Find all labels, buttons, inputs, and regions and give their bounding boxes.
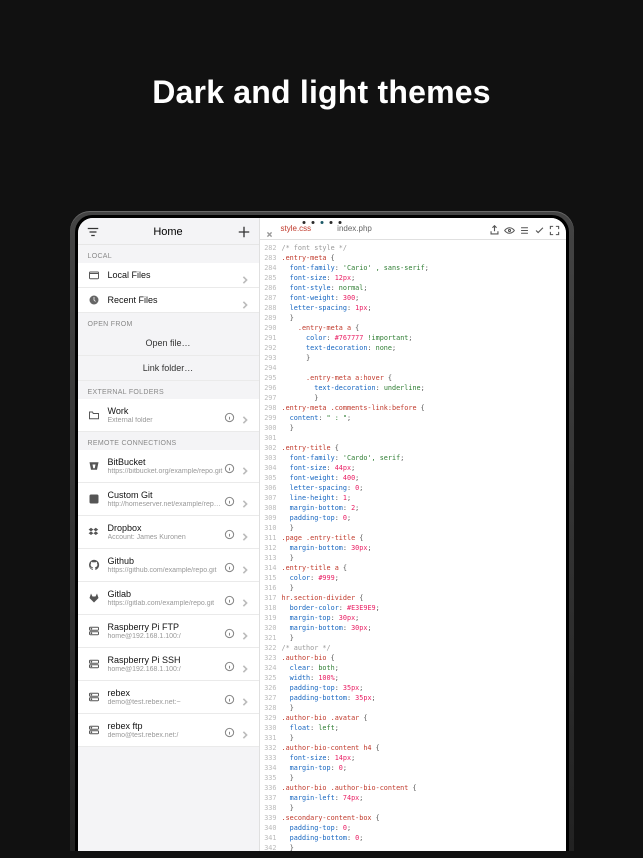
github-icon [88, 559, 100, 571]
chevron-right-icon [241, 627, 249, 635]
action-open-file-[interactable]: Open file… [78, 331, 259, 356]
close-tab-icon[interactable] [266, 225, 273, 232]
section-header: EXTERNAL FOLDERS [78, 381, 259, 399]
item-title: Gitlab [108, 589, 224, 599]
chevron-right-icon [241, 693, 249, 701]
share-icon[interactable] [489, 223, 500, 234]
server-icon [88, 625, 100, 637]
chevron-right-icon [241, 411, 249, 419]
item-title: rebex [108, 688, 224, 698]
item-subtitle: https://bitbucket.org/example/repo.git [108, 468, 224, 475]
info-icon[interactable] [224, 725, 235, 736]
server-icon [88, 658, 100, 670]
gitlab-icon [88, 592, 100, 604]
sidebar-item-bitbucket[interactable]: BitBuckethttps://bitbucket.org/example/r… [78, 450, 259, 483]
sidebar-item-raspberry-pi-ftp[interactable]: Raspberry Pi FTPhome@192.168.1.100:/ [78, 615, 259, 648]
expand-icon[interactable] [549, 223, 560, 234]
chevron-right-icon [241, 660, 249, 668]
chevron-right-icon [241, 528, 249, 536]
info-icon[interactable] [224, 527, 235, 538]
item-title: Local Files [108, 270, 241, 280]
section-header: LOCAL [78, 245, 259, 263]
item-title: Raspberry Pi FTP [108, 622, 224, 632]
item-title: Github [108, 556, 224, 566]
chevron-right-icon [241, 462, 249, 470]
item-title: Custom Git [108, 490, 224, 500]
sidebar-item-dropbox[interactable]: DropboxAccount: James Kuronen [78, 516, 259, 549]
chevron-right-icon [241, 495, 249, 503]
item-title: Work [108, 406, 224, 416]
item-title: rebex ftp [108, 721, 224, 731]
sidebar-item-work[interactable]: WorkExternal folder [78, 399, 259, 432]
item-title: BitBucket [108, 457, 224, 467]
chevron-right-icon [241, 594, 249, 602]
item-title: Dropbox [108, 523, 224, 533]
chevron-right-icon [241, 561, 249, 569]
sidebar-item-raspberry-pi-ssh[interactable]: Raspberry Pi SSHhome@192.168.1.100:/ [78, 648, 259, 681]
section-header: REMOTE CONNECTIONS [78, 432, 259, 450]
headline: Dark and light themes [152, 74, 491, 111]
item-subtitle: demo@test.rebex.net:/ [108, 732, 224, 739]
clock-icon [88, 294, 100, 306]
info-icon[interactable] [224, 560, 235, 571]
sidebar-item-github[interactable]: Githubhttps://github.com/example/repo.gi… [78, 549, 259, 582]
git-icon [88, 493, 100, 505]
eye-icon[interactable] [504, 223, 515, 234]
item-subtitle: home@192.168.1.100:/ [108, 633, 224, 640]
sidebar-title: Home [100, 226, 237, 238]
sidebar-item-custom-git[interactable]: Custom Githttp://homeserver.net/example/… [78, 483, 259, 516]
info-icon[interactable] [224, 494, 235, 505]
item-subtitle: https://gitlab.com/example/repo.git [108, 600, 224, 607]
info-icon[interactable] [224, 410, 235, 421]
sidebar-item-rebex[interactable]: rebexdemo@test.rebex.net:~ [78, 681, 259, 714]
add-icon[interactable] [237, 225, 251, 239]
action-link-folder-[interactable]: Link folder… [78, 356, 259, 381]
info-icon[interactable] [224, 593, 235, 604]
info-icon[interactable] [224, 626, 235, 637]
server-icon [88, 691, 100, 703]
sidebar-item-local-files[interactable]: Local Files [78, 263, 259, 288]
screen: Home LOCAL Local Files Recent Files OPEN FR… [78, 218, 566, 851]
folder-open-icon [88, 409, 100, 421]
filter-icon[interactable] [86, 225, 100, 239]
dropbox-icon [88, 526, 100, 538]
sidebar-item-gitlab[interactable]: Gitlabhttps://gitlab.com/example/repo.gi… [78, 582, 259, 615]
info-icon[interactable] [224, 659, 235, 670]
chevron-right-icon [241, 726, 249, 734]
menu-icon[interactable] [519, 223, 530, 234]
sidebar-item-recent-files[interactable]: Recent Files [78, 288, 259, 313]
item-subtitle: home@192.168.1.100:/ [108, 666, 224, 673]
info-icon[interactable] [224, 692, 235, 703]
server-icon [88, 724, 100, 736]
sidebar-item-rebex-ftp[interactable]: rebex ftpdemo@test.rebex.net:/ [78, 714, 259, 747]
chevron-right-icon [241, 271, 249, 279]
item-subtitle: demo@test.rebex.net:~ [108, 699, 224, 706]
sidebar: Home LOCAL Local Files Recent Files OPEN FR… [78, 218, 260, 851]
code-area[interactable]: 282/* font style */283.entry-meta {284 f… [260, 240, 566, 851]
bitbucket-icon [88, 460, 100, 472]
item-title: Raspberry Pi SSH [108, 655, 224, 665]
item-subtitle: External folder [108, 417, 224, 424]
info-icon[interactable] [224, 461, 235, 472]
item-title: Recent Files [108, 295, 241, 305]
item-subtitle: http://homeserver.net/example/repo.git [108, 501, 224, 508]
item-subtitle: Account: James Kuronen [108, 534, 224, 541]
folder-icon [88, 269, 100, 281]
check-icon[interactable] [534, 223, 545, 234]
section-header: OPEN FROM [78, 313, 259, 331]
chevron-right-icon [241, 296, 249, 304]
device-frame: Home LOCAL Local Files Recent Files OPEN FR… [70, 211, 574, 851]
editor: style.cssindex.php 282/* font style */28… [260, 218, 566, 851]
item-subtitle: https://github.com/example/repo.git [108, 567, 224, 574]
